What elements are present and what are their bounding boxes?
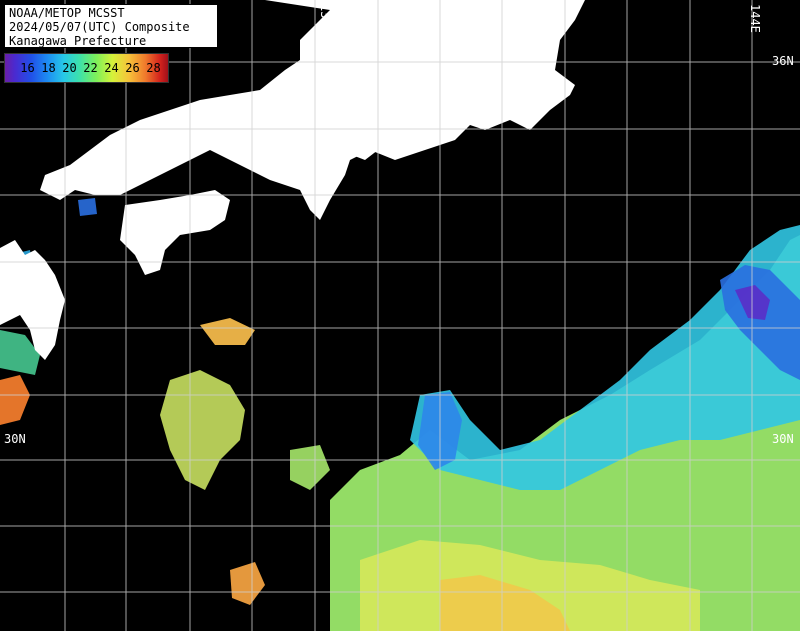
lat-label-30n-right: 30N — [772, 432, 794, 446]
scale-tick: 20 — [62, 61, 77, 75]
scale-tick: 16 — [20, 61, 35, 75]
sst-patch-bay-blue — [78, 198, 97, 216]
temperature-color-scale: 16 18 20 22 24 26 28 — [4, 53, 169, 83]
scale-tick: 28 — [146, 61, 161, 75]
map-title-box: NOAA/METOP MCSST 2024/05/07(UTC) Composi… — [4, 4, 218, 48]
title-product: NOAA/METOP MCSST — [9, 6, 125, 20]
title-date: 2024/05/07(UTC) Composite — [9, 20, 190, 34]
title-region: Kanagawa Prefecture — [9, 34, 147, 48]
scale-tick: 24 — [104, 61, 119, 75]
sst-map — [0, 0, 800, 631]
scale-tick: 18 — [41, 61, 56, 75]
scale-tick: 22 — [83, 61, 98, 75]
lon-label-136e: 136E — [318, 4, 332, 33]
lon-label-144e: 144E — [748, 4, 762, 33]
scale-tick: 26 — [125, 61, 140, 75]
lat-label-30n-left: 30N — [4, 432, 26, 446]
lat-label-36n: 36N — [772, 54, 794, 68]
